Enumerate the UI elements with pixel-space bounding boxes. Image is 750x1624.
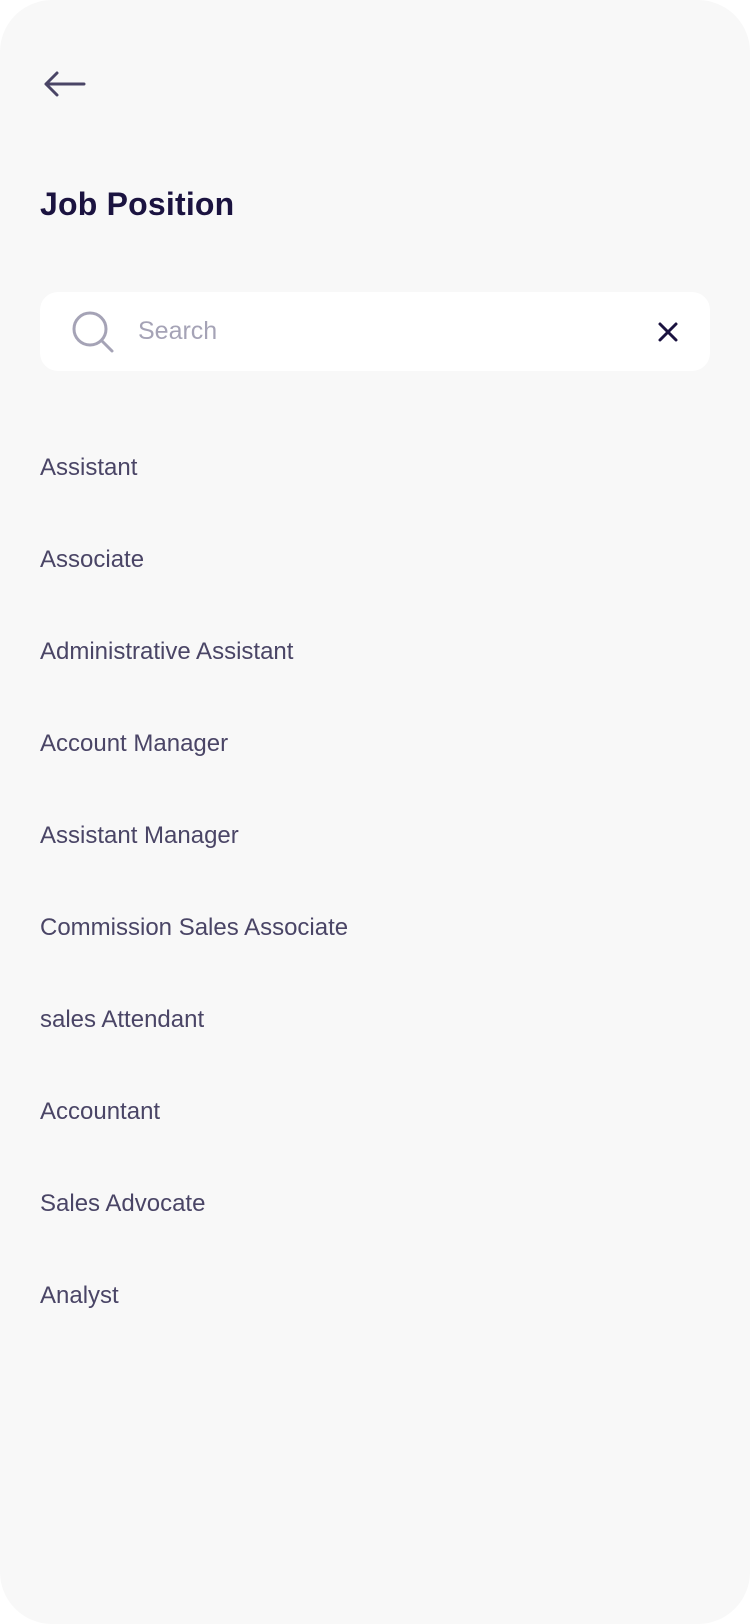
list-item-sales-advocate[interactable]: Sales Advocate (0, 1158, 750, 1250)
list-item-label: Associate (40, 546, 145, 573)
list-item-label: Assistant (40, 454, 138, 481)
job-position-screen: Job Position Assistant Associate Adminis… (0, 0, 750, 1624)
search-icon (72, 311, 114, 353)
close-icon (658, 322, 678, 342)
list-item-accountant[interactable]: Accountant (0, 1066, 750, 1158)
list-item-assistant-manager[interactable]: Assistant Manager (0, 790, 750, 882)
back-button[interactable] (38, 62, 90, 106)
list-item-administrative-assistant[interactable]: Administrative Assistant (0, 606, 750, 698)
list-item-label: Sales Advocate (40, 1190, 206, 1217)
list-item-associate[interactable]: Associate (0, 514, 750, 606)
list-item-label: Analyst (40, 1282, 119, 1309)
list-item-assistant[interactable]: Assistant (0, 422, 750, 514)
search-bar (40, 292, 710, 371)
list-item-label: Administrative Assistant (40, 638, 294, 665)
page-title: Job Position (40, 186, 235, 222)
list-item-commission-sales-associate[interactable]: Commission Sales Associate (0, 882, 750, 974)
arrow-left-icon (44, 71, 86, 97)
list-item-label: sales Attendant (40, 1006, 205, 1033)
clear-search-button[interactable] (648, 312, 688, 352)
list-item-label: Commission Sales Associate (40, 914, 349, 941)
list-item-label: Accountant (40, 1098, 161, 1125)
list-item-label: Assistant Manager (40, 822, 239, 849)
list-item-analyst[interactable]: Analyst (0, 1250, 750, 1342)
list-item-label: Account Manager (40, 730, 229, 757)
search-input[interactable] (138, 292, 618, 371)
list-item-account-manager[interactable]: Account Manager (0, 698, 750, 790)
job-position-list: Assistant Associate Administrative Assis… (0, 422, 750, 1342)
list-item-sales-attendant[interactable]: sales Attendant (0, 974, 750, 1066)
